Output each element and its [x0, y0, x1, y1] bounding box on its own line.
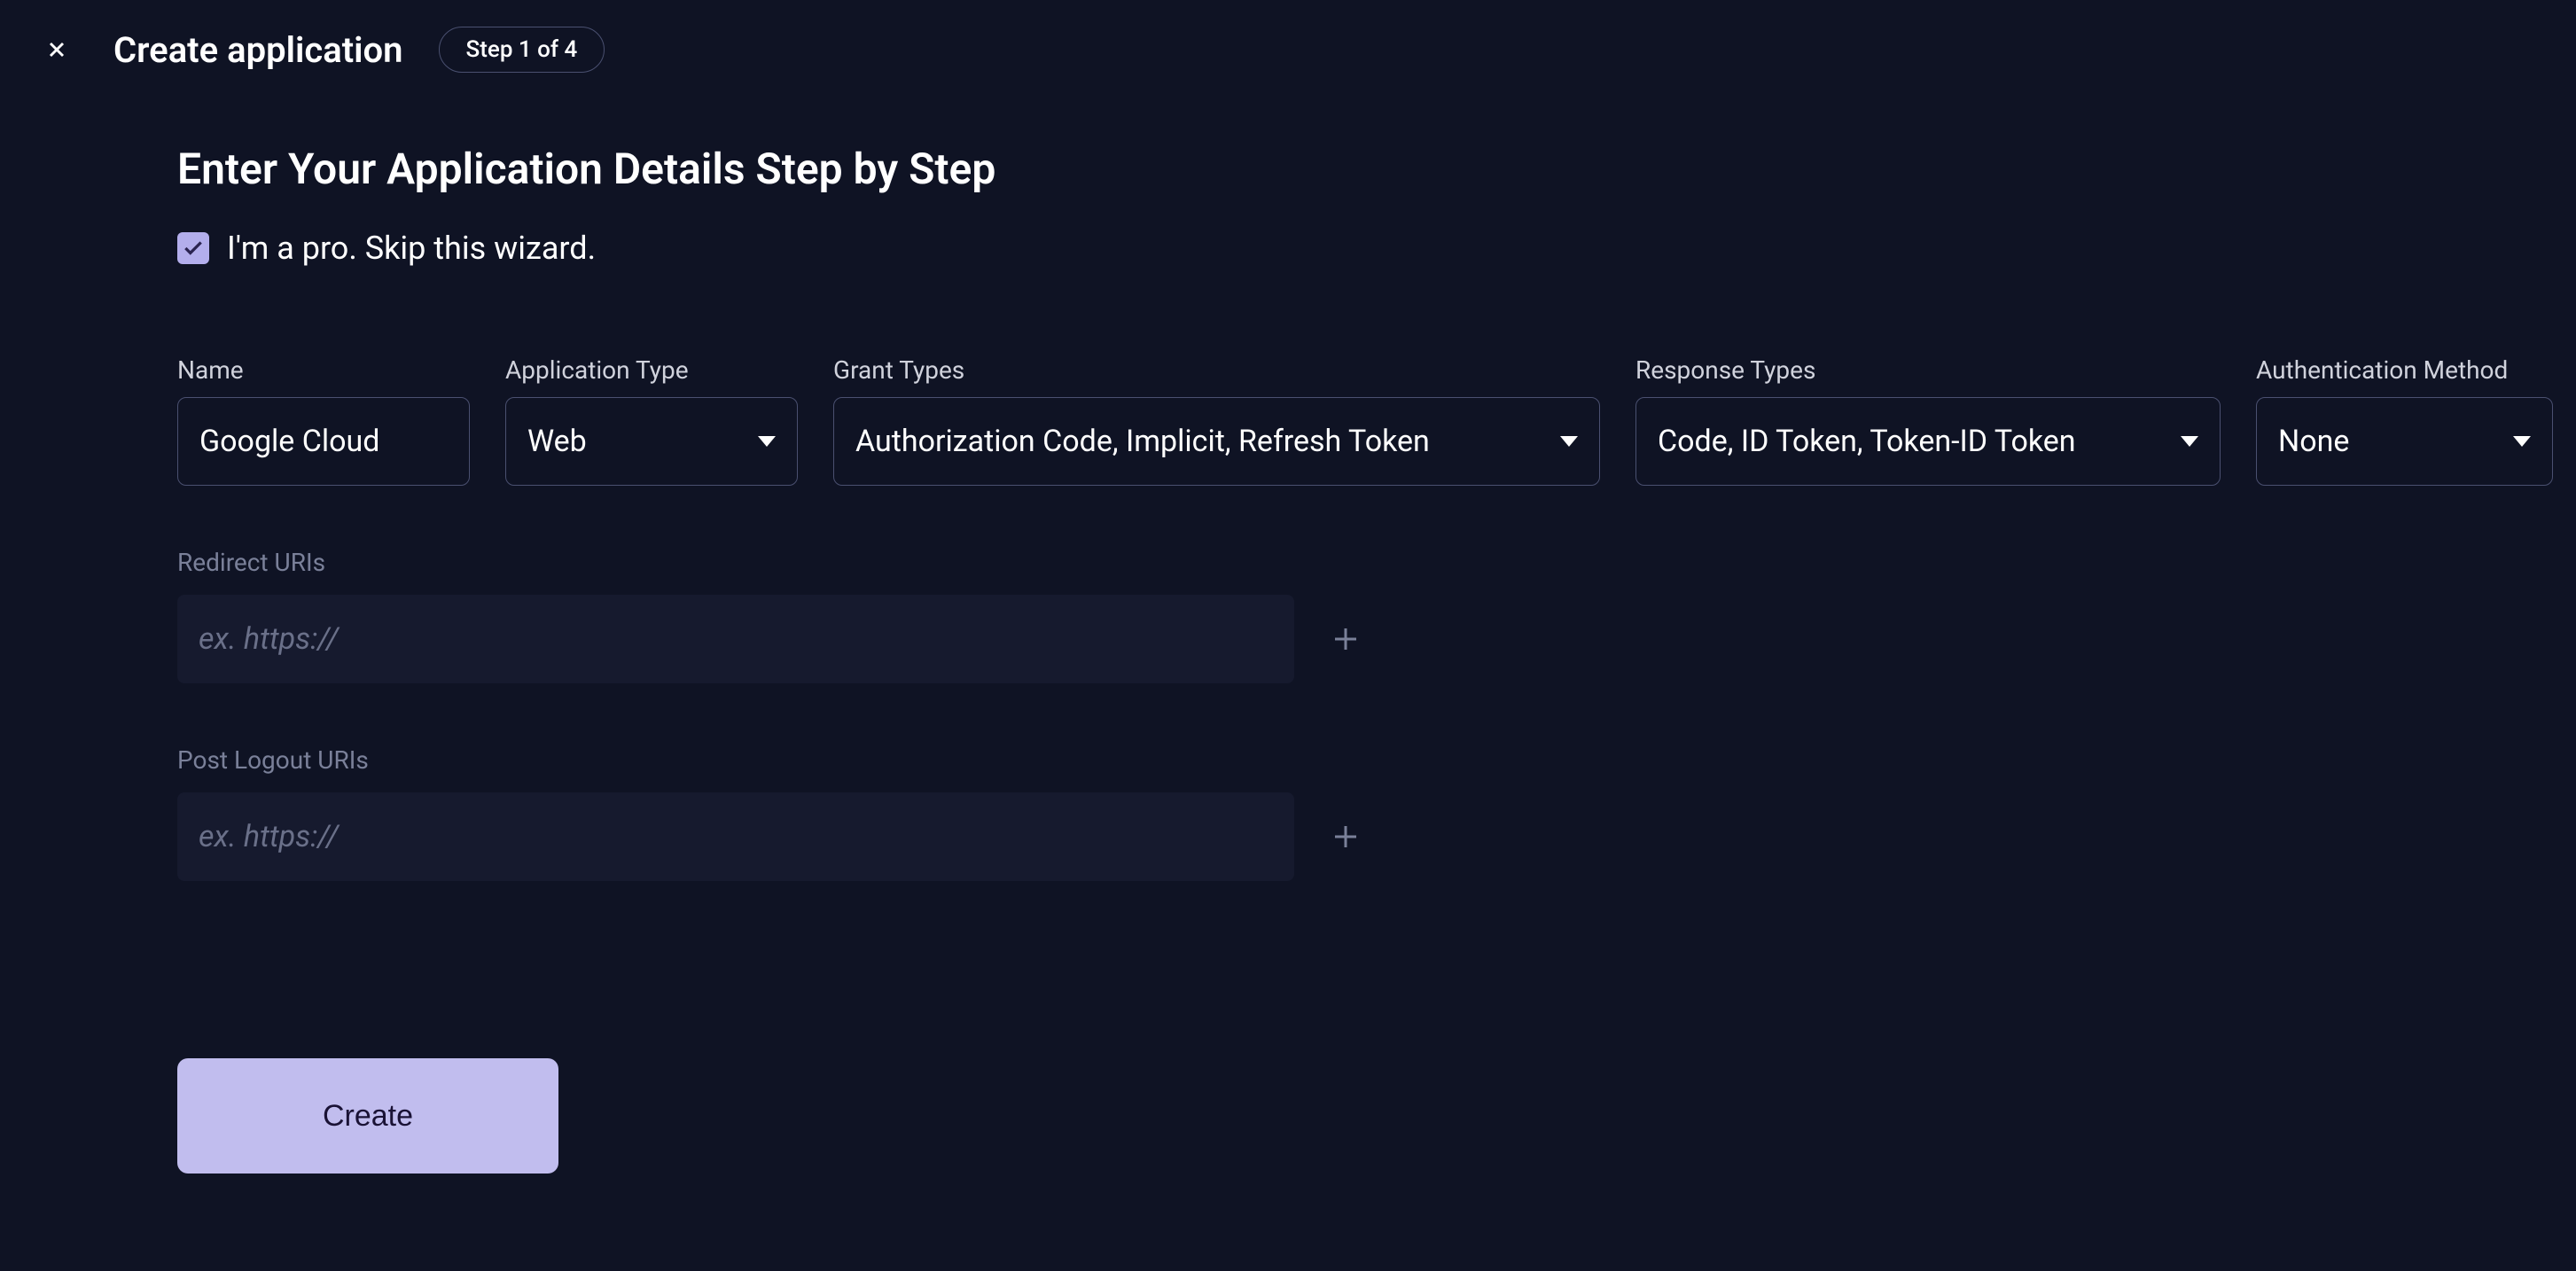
post-logout-uris-section: Post Logout URIs: [177, 745, 2541, 881]
form-row-main: Name Application Type Web Grant Types Au…: [177, 355, 2541, 486]
redirect-uri-input[interactable]: [177, 595, 1294, 683]
field-grant-types-select[interactable]: Authorization Code, Implicit, Refresh To…: [833, 397, 1600, 486]
form-subtitle: Enter Your Application Details Step by S…: [177, 144, 2541, 194]
field-grant-types: Grant Types Authorization Code, Implicit…: [833, 355, 1600, 486]
content-area: Enter Your Application Details Step by S…: [0, 144, 2576, 1174]
create-button[interactable]: Create: [177, 1058, 558, 1174]
field-auth-method-label: Authentication Method: [2256, 355, 2553, 385]
field-grant-types-value: Authorization Code, Implicit, Refresh To…: [855, 424, 1430, 459]
field-app-type-select[interactable]: Web: [505, 397, 798, 486]
post-logout-uris-row: [177, 792, 2541, 881]
close-button[interactable]: [35, 28, 78, 71]
field-name: Name: [177, 355, 470, 486]
field-grant-types-label: Grant Types: [833, 355, 1600, 385]
redirect-uris-label: Redirect URIs: [177, 548, 325, 577]
field-auth-method-value: None: [2278, 424, 2349, 459]
add-post-logout-uri-button[interactable]: [1321, 812, 1370, 862]
skip-wizard-label: I'm a pro. Skip this wizard.: [227, 230, 596, 267]
field-name-label: Name: [177, 355, 470, 385]
field-response-types-value: Code, ID Token, Token-ID Token: [1658, 424, 2076, 459]
page-title: Create application: [113, 29, 403, 71]
chevron-down-icon: [2513, 436, 2531, 447]
skip-wizard-checkbox[interactable]: [177, 232, 209, 264]
chevron-down-icon: [758, 436, 776, 447]
field-app-type-label: Application Type: [505, 355, 798, 385]
step-badge: Step 1 of 4: [439, 27, 605, 73]
close-icon: [44, 37, 69, 62]
plus-icon: [1330, 821, 1362, 853]
field-name-input[interactable]: [177, 397, 470, 486]
field-response-types-label: Response Types: [1635, 355, 2221, 385]
field-app-type-value: Web: [527, 424, 587, 459]
chevron-down-icon: [2181, 436, 2198, 447]
plus-icon: [1330, 623, 1362, 655]
modal-header: Create application Step 1 of 4: [0, 27, 2576, 73]
field-auth-method: Authentication Method None: [2256, 355, 2553, 486]
redirect-uris-row: [177, 595, 2541, 683]
check-icon: [182, 237, 205, 260]
skip-wizard-row: I'm a pro. Skip this wizard.: [177, 230, 2541, 267]
add-redirect-uri-button[interactable]: [1321, 614, 1370, 664]
chevron-down-icon: [1560, 436, 1578, 447]
field-response-types: Response Types Code, ID Token, Token-ID …: [1635, 355, 2221, 486]
redirect-uris-section: Redirect URIs: [177, 548, 2541, 683]
field-response-types-select[interactable]: Code, ID Token, Token-ID Token: [1635, 397, 2221, 486]
post-logout-uri-input[interactable]: [177, 792, 1294, 881]
field-app-type: Application Type Web: [505, 355, 798, 486]
field-auth-method-select[interactable]: None: [2256, 397, 2553, 486]
post-logout-uris-label: Post Logout URIs: [177, 745, 369, 775]
